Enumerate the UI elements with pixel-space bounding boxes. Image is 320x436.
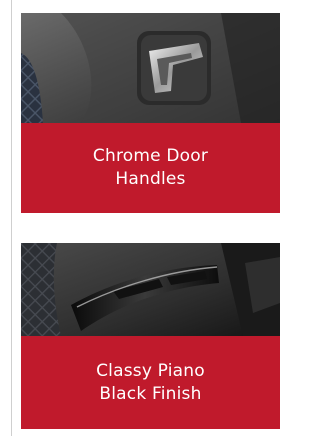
chrome-door-handle-photo [21, 13, 280, 123]
feature-caption-text: Chrome Door Handles [92, 146, 209, 189]
feature-page: Chrome Door Handles Classy Piano Black F… [0, 0, 302, 436]
feature-card-piano-black[interactable]: Classy Piano Black Finish [21, 243, 280, 429]
feature-card-chrome-handles[interactable]: Chrome Door Handles [21, 13, 280, 213]
feature-caption: Classy Piano Black Finish [21, 336, 280, 429]
piano-black-window-switch-panel-photo [21, 243, 280, 336]
left-divider [11, 0, 12, 436]
feature-caption-text: Classy Piano Black Finish [96, 360, 205, 404]
feature-caption: Chrome Door Handles [21, 123, 280, 213]
